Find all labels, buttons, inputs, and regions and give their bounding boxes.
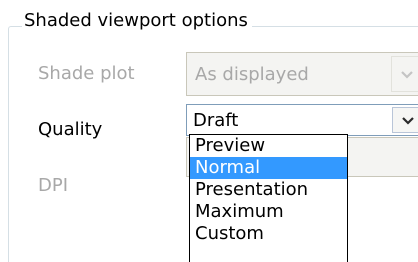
quality-option-preview[interactable]: Preview <box>190 135 347 157</box>
quality-combobox[interactable]: Draft <box>186 104 418 136</box>
dpi-label: DPI <box>38 175 69 196</box>
quality-option-normal[interactable]: Normal <box>190 157 347 179</box>
chevron-down-icon <box>400 71 413 79</box>
quality-dropdown-button[interactable] <box>392 107 418 133</box>
quality-dropdown-list[interactable]: Preview Normal Presentation Maximum Cust… <box>189 134 348 262</box>
quality-label: Quality <box>38 119 103 140</box>
chevron-down-icon <box>401 117 414 125</box>
quality-option-custom[interactable]: Custom <box>190 223 347 245</box>
group-title: Shaded viewport options <box>22 9 252 33</box>
shade-plot-dropdown-button <box>391 56 418 92</box>
shade-plot-combobox: As displayed <box>186 52 418 96</box>
shade-plot-label: Shade plot <box>38 63 135 84</box>
quality-option-maximum[interactable]: Maximum <box>190 201 347 223</box>
quality-option-presentation[interactable]: Presentation <box>190 179 347 201</box>
shade-plot-value: As displayed <box>195 64 309 85</box>
quality-value: Draft <box>193 110 239 131</box>
